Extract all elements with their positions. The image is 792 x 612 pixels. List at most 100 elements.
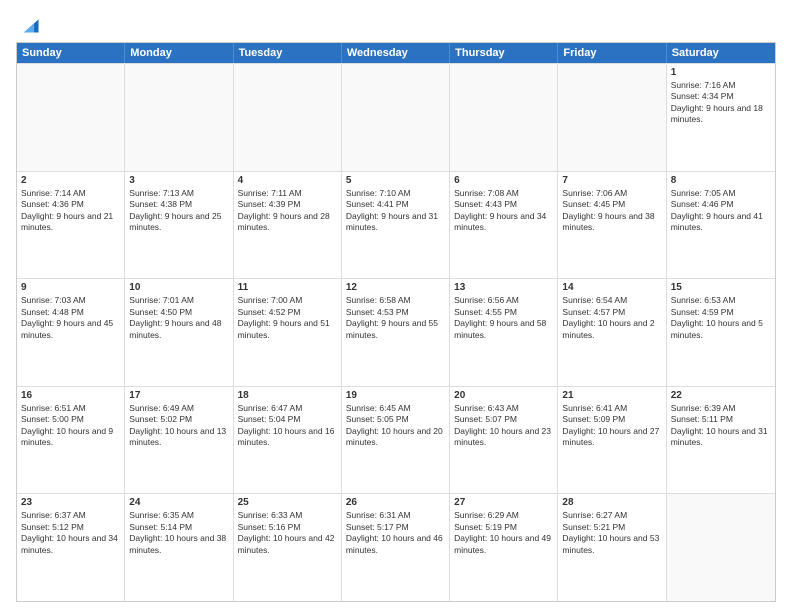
calendar-cell: 10 Sunrise: 7:01 AM Sunset: 4:50 PM Dayli… — [125, 279, 233, 386]
calendar-cell: 19 Sunrise: 6:45 AM Sunset: 5:05 PM Dayli… — [342, 387, 450, 494]
cell-info: Sunrise: 6:33 AM Sunset: 5:16 PM Dayligh… — [238, 510, 337, 556]
calendar-row-2: 9 Sunrise: 7:03 AM Sunset: 4:48 PM Daylig… — [17, 278, 775, 386]
cell-info: Sunrise: 7:11 AM Sunset: 4:39 PM Dayligh… — [238, 188, 337, 234]
calendar-cell: 11 Sunrise: 7:00 AM Sunset: 4:52 PM Dayli… — [234, 279, 342, 386]
day-number: 23 — [21, 497, 120, 508]
day-number: 2 — [21, 175, 120, 186]
calendar-cell — [450, 64, 558, 171]
cell-info: Sunrise: 7:08 AM Sunset: 4:43 PM Dayligh… — [454, 188, 553, 234]
calendar-cell: 8 Sunrise: 7:05 AM Sunset: 4:46 PM Daylig… — [667, 172, 775, 279]
calendar-cell — [125, 64, 233, 171]
day-number: 9 — [21, 282, 120, 293]
day-number: 28 — [562, 497, 661, 508]
header-day-sunday: Sunday — [17, 43, 125, 63]
calendar-cell — [342, 64, 450, 171]
cell-info: Sunrise: 6:58 AM Sunset: 4:53 PM Dayligh… — [346, 295, 445, 341]
day-number: 8 — [671, 175, 771, 186]
calendar-cell: 5 Sunrise: 7:10 AM Sunset: 4:41 PM Daylig… — [342, 172, 450, 279]
day-number: 13 — [454, 282, 553, 293]
cell-info: Sunrise: 6:41 AM Sunset: 5:09 PM Dayligh… — [562, 403, 661, 449]
cell-info: Sunrise: 6:39 AM Sunset: 5:11 PM Dayligh… — [671, 403, 771, 449]
cell-info: Sunrise: 7:16 AM Sunset: 4:34 PM Dayligh… — [671, 80, 771, 126]
calendar-cell: 20 Sunrise: 6:43 AM Sunset: 5:07 PM Dayli… — [450, 387, 558, 494]
calendar-cell: 24 Sunrise: 6:35 AM Sunset: 5:14 PM Dayli… — [125, 494, 233, 601]
day-number: 7 — [562, 175, 661, 186]
calendar-cell: 9 Sunrise: 7:03 AM Sunset: 4:48 PM Daylig… — [17, 279, 125, 386]
day-number: 21 — [562, 390, 661, 401]
logo — [16, 16, 40, 34]
cell-info: Sunrise: 6:53 AM Sunset: 4:59 PM Dayligh… — [671, 295, 771, 341]
calendar-cell: 22 Sunrise: 6:39 AM Sunset: 5:11 PM Dayli… — [667, 387, 775, 494]
cell-info: Sunrise: 6:27 AM Sunset: 5:21 PM Dayligh… — [562, 510, 661, 556]
cell-info: Sunrise: 7:01 AM Sunset: 4:50 PM Dayligh… — [129, 295, 228, 341]
day-number: 25 — [238, 497, 337, 508]
calendar-cell — [667, 494, 775, 601]
day-number: 12 — [346, 282, 445, 293]
calendar-row-4: 23 Sunrise: 6:37 AM Sunset: 5:12 PM Dayli… — [17, 493, 775, 601]
day-number: 17 — [129, 390, 228, 401]
calendar-cell: 14Sunrise: 6:54 AM Sunset: 4:57 PM Dayli… — [558, 279, 666, 386]
cell-info: Sunrise: 7:13 AM Sunset: 4:38 PM Dayligh… — [129, 188, 228, 234]
calendar-cell: 17 Sunrise: 6:49 AM Sunset: 5:02 PM Dayli… — [125, 387, 233, 494]
header-day-monday: Monday — [125, 43, 233, 63]
day-number: 11 — [238, 282, 337, 293]
day-number: 24 — [129, 497, 228, 508]
calendar-cell — [234, 64, 342, 171]
cell-info: Sunrise: 6:45 AM Sunset: 5:05 PM Dayligh… — [346, 403, 445, 449]
day-number: 15 — [671, 282, 771, 293]
cell-info: Sunrise: 6:56 AM Sunset: 4:55 PM Dayligh… — [454, 295, 553, 341]
cell-info: Sunrise: 6:37 AM Sunset: 5:12 PM Dayligh… — [21, 510, 120, 556]
cell-info: Sunrise: 7:10 AM Sunset: 4:41 PM Dayligh… — [346, 188, 445, 234]
calendar-header: SundayMondayTuesdayWednesdayThursdayFrid… — [17, 43, 775, 63]
day-number: 6 — [454, 175, 553, 186]
day-number: 10 — [129, 282, 228, 293]
cell-info: Sunrise: 7:05 AM Sunset: 4:46 PM Dayligh… — [671, 188, 771, 234]
cell-info: Sunrise: 6:51 AM Sunset: 5:00 PM Dayligh… — [21, 403, 120, 449]
calendar-row-1: 2 Sunrise: 7:14 AM Sunset: 4:36 PM Daylig… — [17, 171, 775, 279]
calendar-row-3: 16 Sunrise: 6:51 AM Sunset: 5:00 PM Dayli… — [17, 386, 775, 494]
logo-icon — [18, 12, 40, 34]
calendar-cell: 16 Sunrise: 6:51 AM Sunset: 5:00 PM Dayli… — [17, 387, 125, 494]
day-number: 20 — [454, 390, 553, 401]
calendar-cell: 1 Sunrise: 7:16 AM Sunset: 4:34 PM Daylig… — [667, 64, 775, 171]
cell-info: Sunrise: 7:14 AM Sunset: 4:36 PM Dayligh… — [21, 188, 120, 234]
day-number: 19 — [346, 390, 445, 401]
day-number: 5 — [346, 175, 445, 186]
day-number: 22 — [671, 390, 771, 401]
calendar: SundayMondayTuesdayWednesdayThursdayFrid… — [16, 42, 776, 602]
calendar-body: 1 Sunrise: 7:16 AM Sunset: 4:34 PM Daylig… — [17, 63, 775, 601]
cell-info: Sunrise: 7:00 AM Sunset: 4:52 PM Dayligh… — [238, 295, 337, 341]
day-number: 18 — [238, 390, 337, 401]
calendar-cell: 7 Sunrise: 7:06 AM Sunset: 4:45 PM Daylig… — [558, 172, 666, 279]
calendar-cell: 25 Sunrise: 6:33 AM Sunset: 5:16 PM Dayli… — [234, 494, 342, 601]
calendar-cell: 28 Sunrise: 6:27 AM Sunset: 5:21 PM Dayli… — [558, 494, 666, 601]
header-day-saturday: Saturday — [667, 43, 775, 63]
calendar-cell: 21 Sunrise: 6:41 AM Sunset: 5:09 PM Dayli… — [558, 387, 666, 494]
calendar-cell: 13 Sunrise: 6:56 AM Sunset: 4:55 PM Dayli… — [450, 279, 558, 386]
header-day-thursday: Thursday — [450, 43, 558, 63]
day-number: 3 — [129, 175, 228, 186]
header — [16, 16, 776, 34]
calendar-cell — [17, 64, 125, 171]
calendar-cell: 18 Sunrise: 6:47 AM Sunset: 5:04 PM Dayli… — [234, 387, 342, 494]
calendar-cell: 26Sunrise: 6:31 AM Sunset: 5:17 PM Dayli… — [342, 494, 450, 601]
day-number: 16 — [21, 390, 120, 401]
cell-info: Sunrise: 7:06 AM Sunset: 4:45 PM Dayligh… — [562, 188, 661, 234]
cell-info: Sunrise: 6:49 AM Sunset: 5:02 PM Dayligh… — [129, 403, 228, 449]
cell-info: Sunrise: 6:31 AM Sunset: 5:17 PM Dayligh… — [346, 510, 445, 556]
cell-info: Sunrise: 6:47 AM Sunset: 5:04 PM Dayligh… — [238, 403, 337, 449]
calendar-cell: 6 Sunrise: 7:08 AM Sunset: 4:43 PM Daylig… — [450, 172, 558, 279]
calendar-cell: 2 Sunrise: 7:14 AM Sunset: 4:36 PM Daylig… — [17, 172, 125, 279]
calendar-cell: 4Sunrise: 7:11 AM Sunset: 4:39 PM Daylig… — [234, 172, 342, 279]
cell-info: Sunrise: 6:35 AM Sunset: 5:14 PM Dayligh… — [129, 510, 228, 556]
calendar-cell: 27Sunrise: 6:29 AM Sunset: 5:19 PM Dayli… — [450, 494, 558, 601]
calendar-cell: 3 Sunrise: 7:13 AM Sunset: 4:38 PM Daylig… — [125, 172, 233, 279]
cell-info: Sunrise: 7:03 AM Sunset: 4:48 PM Dayligh… — [21, 295, 120, 341]
header-day-tuesday: Tuesday — [234, 43, 342, 63]
calendar-cell — [558, 64, 666, 171]
header-day-wednesday: Wednesday — [342, 43, 450, 63]
page: SundayMondayTuesdayWednesdayThursdayFrid… — [0, 0, 792, 612]
day-number: 1 — [671, 67, 771, 78]
cell-info: Sunrise: 6:43 AM Sunset: 5:07 PM Dayligh… — [454, 403, 553, 449]
calendar-cell: 23 Sunrise: 6:37 AM Sunset: 5:12 PM Dayli… — [17, 494, 125, 601]
